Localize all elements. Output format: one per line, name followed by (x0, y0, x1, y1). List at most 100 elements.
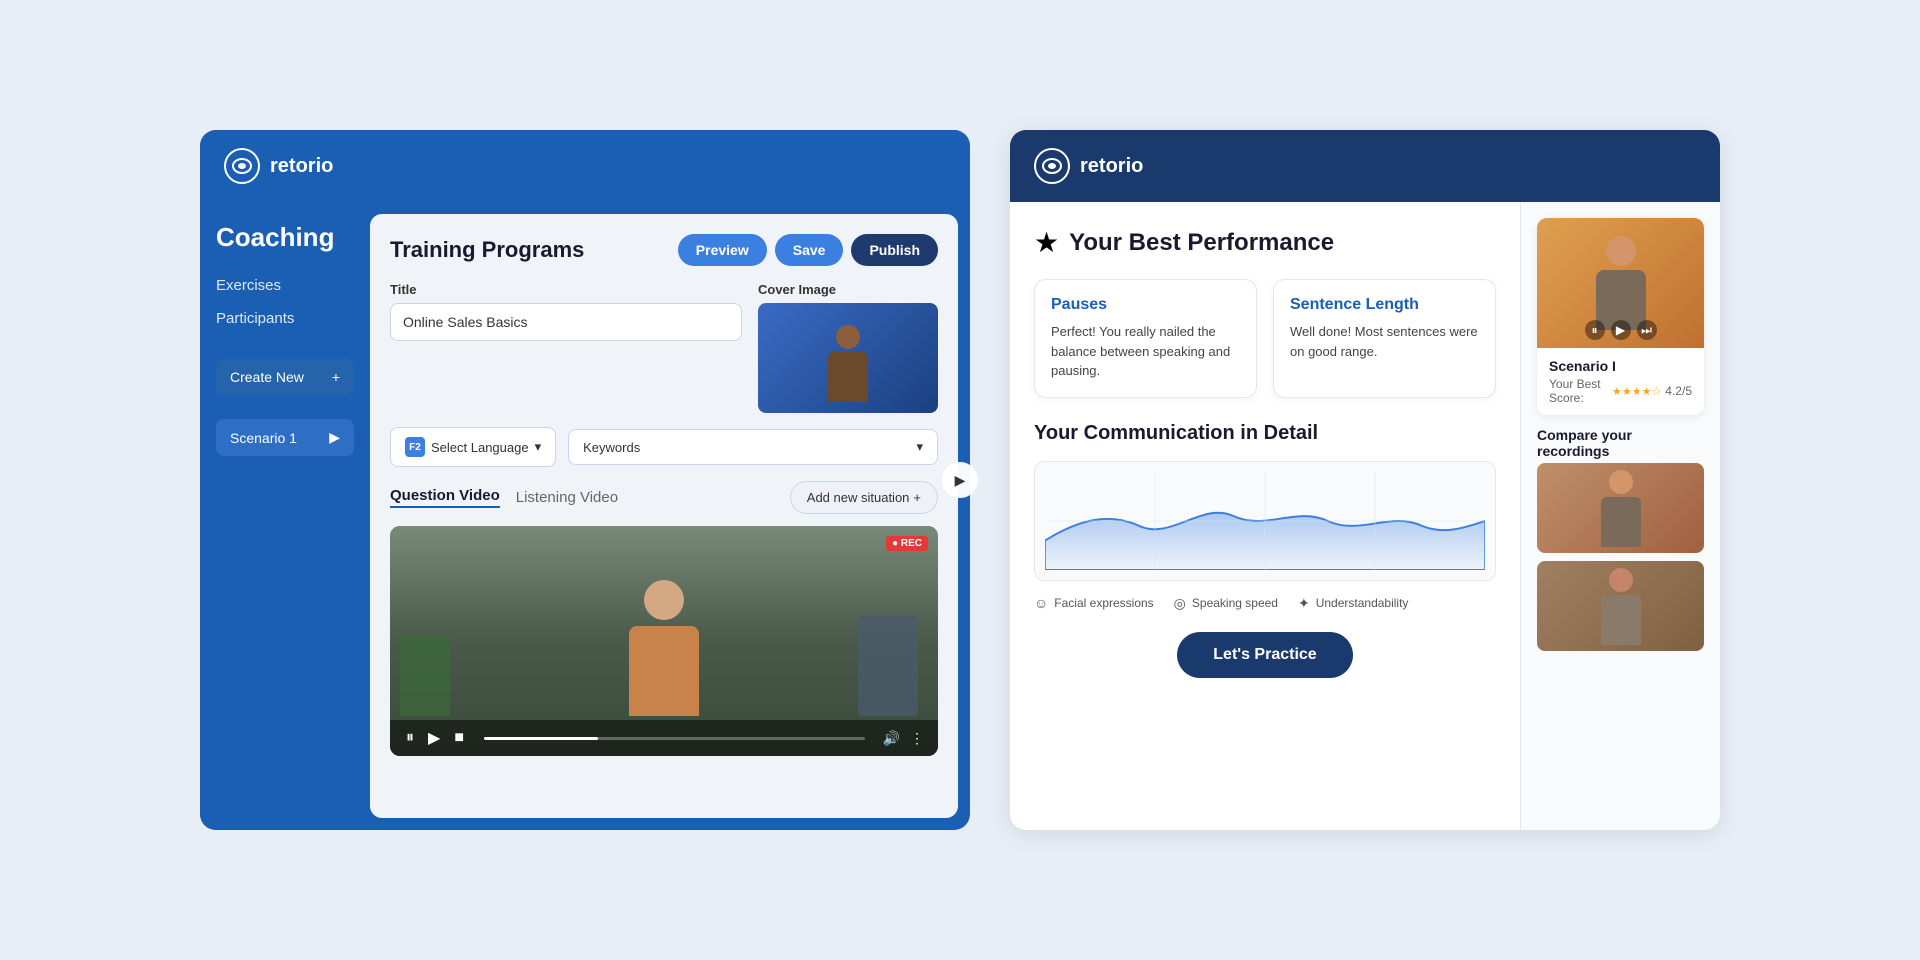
scenario-1-arrow-icon: ▶ (329, 429, 340, 446)
scenario-1-label: Scenario 1 (230, 430, 297, 446)
play-button[interactable]: ▶ (426, 728, 442, 748)
scenario-score: Your Best Score: ★★★★☆ 4.2/5 (1549, 377, 1692, 405)
sidebar: Coaching Exercises Participants Create N… (200, 202, 370, 830)
thumb-forward-icon[interactable]: ⏭ (1637, 320, 1657, 340)
logo-icon (224, 148, 260, 184)
recordings-sidebar: ⏸ ▶ ⏭ Scenario I Your Best Score: ★★★★☆ … (1520, 202, 1720, 830)
scenario-card: ⏸ ▶ ⏭ Scenario I Your Best Score: ★★★★☆ … (1537, 218, 1704, 415)
score-stars: ★★★★☆ (1612, 385, 1661, 398)
star-icon: ★ (1034, 226, 1059, 259)
title-input[interactable] (390, 303, 742, 341)
scenario-info: Scenario I Your Best Score: ★★★★☆ 4.2/5 (1537, 348, 1704, 415)
metrics-row: Pauses Perfect! You really nailed the ba… (1034, 279, 1496, 398)
sidebar-item-participants[interactable]: Participants (216, 310, 354, 327)
pauses-metric-card: Pauses Perfect! You really nailed the ba… (1034, 279, 1257, 398)
thumb-play-icon[interactable]: ▶ (1611, 320, 1631, 340)
tabs-row: Question Video Listening Video Add new s… (390, 481, 938, 514)
right-logo-text: retorio (1080, 155, 1143, 178)
video-progress-fill (484, 737, 598, 740)
legend-understandability: ✦ Understandability (1298, 595, 1408, 612)
speaking-speed-label: Speaking speed (1192, 596, 1278, 610)
cover-image-box[interactable] (758, 303, 938, 413)
understandability-icon: ✦ (1298, 595, 1310, 612)
cover-image-area: Cover Image (758, 282, 938, 413)
sentence-title: Sentence Length (1290, 296, 1479, 314)
speaking-speed-icon: ◎ (1174, 595, 1186, 612)
practice-button[interactable]: Let's Practice (1177, 632, 1352, 678)
thumb-pause-icon[interactable]: ⏸ (1585, 320, 1605, 340)
compare-recordings-section: Compare your recordings ▶ ▶ (1537, 427, 1704, 659)
performance-section: ★ Your Best Performance Pauses Perfect! … (1010, 202, 1520, 830)
training-programs-title: Training Programs (390, 237, 584, 263)
chart-legend: ☺ Facial expressions ◎ Speaking speed ✦ … (1034, 595, 1496, 612)
sidebar-item-exercises[interactable]: Exercises (216, 277, 354, 294)
create-new-button[interactable]: Create New + (216, 359, 354, 395)
pause-button[interactable]: ⏸ (404, 729, 416, 747)
keywords-chevron-icon: ▾ (916, 439, 923, 455)
video-person-figure (629, 580, 699, 716)
scenario-1-item[interactable]: Scenario 1 ▶ (216, 419, 354, 456)
volume-icon[interactable]: 🔊 (883, 730, 900, 747)
recording-thumb-1[interactable]: ▶ (1537, 463, 1704, 553)
preview-button[interactable]: Preview (678, 234, 767, 266)
tab-question-video[interactable]: Question Video (390, 487, 500, 508)
header-actions: Preview Save Publish (678, 234, 938, 266)
form-row: Title Cover Image (390, 282, 938, 413)
score-value: 4.2/5 (1665, 384, 1692, 398)
logo-text: retorio (270, 155, 333, 178)
save-button[interactable]: Save (775, 234, 844, 266)
controls-row: F2 Select Language ▾ Keywords ▾ (390, 427, 938, 467)
cover-image-label: Cover Image (758, 282, 938, 297)
main-content-area: Training Programs Preview Save Publish T… (370, 214, 958, 818)
legend-facial-expressions: ☺ Facial expressions (1034, 595, 1154, 612)
training-header: Training Programs Preview Save Publish (390, 234, 938, 266)
add-situation-label: Add new situation (807, 490, 910, 505)
communication-chart (1034, 461, 1496, 581)
facial-expressions-icon: ☺ (1034, 595, 1048, 611)
left-header: retorio (200, 130, 970, 202)
pauses-desc: Perfect! You really nailed the balance b… (1051, 322, 1240, 381)
cover-image-preview (758, 303, 938, 413)
video-machine-decoration (858, 616, 918, 716)
pauses-title: Pauses (1051, 296, 1240, 314)
title-field-area: Title (390, 282, 742, 413)
create-new-label: Create New (230, 369, 304, 385)
legend-speaking-speed: ◎ Speaking speed (1174, 595, 1278, 612)
sidebar-coaching-title: Coaching (216, 222, 354, 253)
left-panel: retorio Coaching Exercises Participants … (200, 130, 970, 830)
best-performance-header: ★ Your Best Performance (1034, 226, 1496, 259)
recording-thumb-2[interactable]: ▶ (1537, 561, 1704, 651)
video-plant-decoration (400, 636, 450, 716)
scenario-thumbnail: ⏸ ▶ ⏭ (1537, 218, 1704, 348)
video-controls-bar: ⏸ ▶ ■ 🔊 ⋮ (390, 720, 938, 756)
right-logo-icon (1034, 148, 1070, 184)
publish-button[interactable]: Publish (851, 234, 938, 266)
title-label: Title (390, 282, 742, 297)
compare-recordings-title: Compare your recordings (1537, 427, 1704, 459)
sentence-metric-card: Sentence Length Well done! Most sentence… (1273, 279, 1496, 398)
stop-button[interactable]: ■ (452, 729, 466, 747)
rec-badge: ● REC (886, 536, 928, 551)
add-situation-plus-icon: + (913, 490, 921, 505)
wave-chart-svg (1045, 472, 1485, 570)
translate-icon: F2 (405, 437, 425, 457)
scenario-name: Scenario I (1549, 358, 1692, 374)
right-header: retorio (1010, 130, 1720, 202)
video-settings-icon[interactable]: ⋮ (910, 730, 924, 747)
select-language-chevron-icon: ▾ (535, 439, 542, 455)
keywords-button[interactable]: Keywords ▾ (568, 429, 938, 465)
select-language-label: Select Language (431, 440, 529, 455)
keywords-label: Keywords (583, 440, 640, 455)
score-label: Your Best Score: (1549, 377, 1608, 405)
right-body: ★ Your Best Performance Pauses Perfect! … (1010, 202, 1720, 830)
create-new-plus-icon: + (332, 369, 340, 385)
right-panel: retorio ★ Your Best Performance Pauses P… (1010, 130, 1720, 830)
facial-expressions-label: Facial expressions (1054, 596, 1153, 610)
video-player[interactable]: ● REC ⏸ ▶ ■ 🔊 ⋮ (390, 526, 938, 756)
sentence-desc: Well done! Most sentences were on good r… (1290, 322, 1479, 361)
add-situation-button[interactable]: Add new situation + (790, 481, 938, 514)
communication-detail-title: Your Communication in Detail (1034, 422, 1496, 445)
select-language-button[interactable]: F2 Select Language ▾ (390, 427, 556, 467)
video-progress-bar[interactable] (484, 737, 865, 740)
tab-listening-video[interactable]: Listening Video (516, 489, 618, 506)
